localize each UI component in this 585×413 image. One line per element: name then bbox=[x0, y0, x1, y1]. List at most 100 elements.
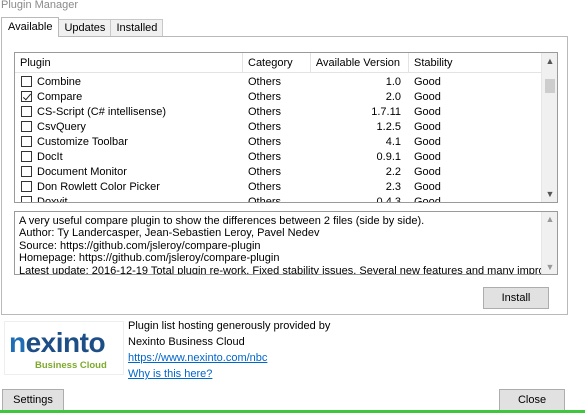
scroll-up-arrow-icon[interactable]: ▲ bbox=[542, 53, 557, 69]
plugin-row[interactable]: CS-Script (C# intellisense) Others 1.7.11 G… bbox=[15, 104, 542, 119]
tab-updates[interactable]: Updates bbox=[58, 19, 112, 37]
plugin-row[interactable]: Doxyit Others 0.4.3 Good bbox=[15, 194, 542, 203]
plugin-row[interactable]: Don Rowlett Color Picker Others 2.3 Good bbox=[15, 179, 542, 194]
plugin-version: 0.4.3 bbox=[376, 195, 401, 203]
plugin-checkbox[interactable] bbox=[21, 121, 32, 132]
plugin-checkbox[interactable] bbox=[21, 196, 32, 202]
plugin-category: Others bbox=[248, 105, 282, 118]
plugin-stability: Good bbox=[414, 75, 441, 88]
plugin-stability: Good bbox=[414, 180, 441, 193]
logo-wordmark: nexinto bbox=[9, 327, 106, 358]
hosting-url-link[interactable]: https://www.nexinto.com/nbc bbox=[128, 352, 267, 364]
list-scrollbar[interactable]: ▲ ▼ bbox=[541, 53, 557, 202]
tab-installed[interactable]: Installed bbox=[110, 19, 164, 37]
plugin-checkbox[interactable] bbox=[21, 136, 32, 147]
window-title: Plugin Manager bbox=[0, 0, 585, 12]
plugin-name: CS-Script (C# intellisense) bbox=[37, 105, 166, 118]
plugin-stability: Good bbox=[414, 90, 441, 103]
plugin-category: Others bbox=[248, 150, 282, 163]
hosting-provider: Nexinto Business Cloud bbox=[128, 336, 245, 348]
plugin-list[interactable]: Plugin Category Available Version Stabil… bbox=[14, 52, 558, 203]
desc-scroll-up-icon[interactable]: ▲ bbox=[542, 214, 557, 224]
plugin-name: Combine bbox=[37, 75, 82, 88]
plugin-name-cell: Customize Toolbar bbox=[15, 136, 243, 148]
plugin-stability: Good bbox=[414, 135, 441, 148]
plugin-stability: Good bbox=[414, 195, 441, 203]
list-header: Plugin Category Available Version Stabil… bbox=[15, 53, 542, 73]
tab-bar: Available Updates Installed bbox=[1, 17, 164, 37]
plugin-name-cell: Combine bbox=[15, 76, 243, 88]
plugin-name-cell: Document Monitor bbox=[15, 166, 243, 178]
scroll-down-arrow-icon[interactable]: ▼ bbox=[542, 186, 557, 202]
logo-subtitle: Business Cloud bbox=[35, 360, 107, 371]
description-line: Homepage: https://github.com/jsleroy/com… bbox=[19, 252, 280, 265]
plugin-version: 2.3 bbox=[385, 180, 401, 193]
install-button[interactable]: Install bbox=[483, 287, 549, 309]
plugin-name: Don Rowlett Color Picker bbox=[37, 180, 160, 193]
plugin-stability: Good bbox=[414, 120, 441, 133]
plugin-category: Others bbox=[248, 75, 282, 88]
plugin-row[interactable]: DocIt Others 0.9.1 Good bbox=[15, 149, 542, 164]
plugin-rows: Combine Others 1.0 Good Compare Others 2.0 Good… bbox=[15, 74, 542, 203]
column-header-category[interactable]: Category bbox=[243, 53, 311, 73]
plugin-category: Others bbox=[248, 195, 282, 203]
plugin-checkbox[interactable] bbox=[21, 166, 32, 177]
plugin-version: 4.1 bbox=[385, 135, 401, 148]
description-text: A very useful compare plugin to show the… bbox=[19, 215, 558, 275]
plugin-version: 1.0 bbox=[385, 75, 401, 88]
plugin-name: Document Monitor bbox=[37, 165, 127, 178]
plugin-category: Others bbox=[248, 120, 282, 133]
plugin-version: 1.7.11 bbox=[371, 105, 401, 118]
hosting-info: Plugin list hosting generously provided … bbox=[128, 318, 330, 382]
plugin-category: Others bbox=[248, 180, 282, 193]
description-scrollbar[interactable]: ▲ ▼ bbox=[541, 212, 557, 274]
plugin-checkbox[interactable] bbox=[21, 91, 32, 102]
column-header-plugin[interactable]: Plugin bbox=[15, 53, 243, 73]
tab-available[interactable]: Available bbox=[1, 17, 60, 37]
plugin-row[interactable]: Customize Toolbar Others 4.1 Good bbox=[15, 134, 542, 149]
description-line: Source: https://github.com/jsleroy/compa… bbox=[19, 239, 261, 252]
plugin-checkbox[interactable] bbox=[21, 76, 32, 87]
column-header-version[interactable]: Available Version bbox=[311, 53, 409, 73]
nexinto-logo[interactable]: nexinto Business Cloud bbox=[4, 321, 124, 375]
plugin-name: Doxyit bbox=[37, 195, 68, 203]
plugin-category: Others bbox=[248, 90, 282, 103]
plugin-name: Compare bbox=[37, 90, 83, 103]
plugin-name-cell: CsvQuery bbox=[15, 121, 243, 133]
plugin-row[interactable]: Combine Others 1.0 Good bbox=[15, 74, 542, 89]
plugin-stability: Good bbox=[414, 150, 441, 163]
plugin-checkbox[interactable] bbox=[21, 106, 32, 117]
description-line: Latest update: 2016-12-19 Total plugin r… bbox=[19, 264, 558, 275]
plugin-category: Others bbox=[248, 165, 282, 178]
plugin-version: 1.2.5 bbox=[376, 120, 401, 133]
scroll-thumb[interactable] bbox=[545, 79, 555, 93]
plugin-checkbox[interactable] bbox=[21, 181, 32, 192]
plugin-name-cell: Doxyit bbox=[15, 195, 243, 203]
plugin-checkbox[interactable] bbox=[21, 151, 32, 162]
plugin-row[interactable]: CsvQuery Others 1.2.5 Good bbox=[15, 119, 542, 134]
hosting-text: Plugin list hosting generously provided … bbox=[128, 320, 331, 332]
plugin-name-cell: Don Rowlett Color Picker bbox=[15, 181, 243, 193]
plugin-row[interactable]: Compare Others 2.0 Good bbox=[15, 89, 542, 104]
plugin-version: 0.9.1 bbox=[376, 150, 401, 163]
plugin-version: 2.0 bbox=[385, 90, 401, 103]
plugin-name: CsvQuery bbox=[37, 120, 86, 133]
why-is-this-here-link[interactable]: Why is this here? bbox=[128, 368, 212, 380]
settings-button[interactable]: Settings bbox=[2, 389, 64, 411]
plugin-version: 2.2 bbox=[385, 165, 401, 178]
plugin-name: Customize Toolbar bbox=[37, 135, 128, 148]
description-line: Author: Ty Landercasper, Jean-Sebastien … bbox=[19, 227, 320, 240]
plugin-category: Others bbox=[248, 135, 282, 148]
desc-scroll-down-icon[interactable]: ▼ bbox=[542, 262, 557, 272]
plugin-row[interactable]: Document Monitor Others 2.2 Good bbox=[15, 164, 542, 179]
plugin-stability: Good bbox=[414, 165, 441, 178]
plugin-name-cell: CS-Script (C# intellisense) bbox=[15, 106, 243, 118]
close-button[interactable]: Close bbox=[499, 389, 565, 411]
plugin-name: DocIt bbox=[37, 150, 63, 163]
plugin-description-box[interactable]: A very useful compare plugin to show the… bbox=[14, 211, 558, 275]
plugin-name-cell: Compare bbox=[15, 91, 243, 103]
column-header-stability[interactable]: Stability bbox=[409, 53, 471, 73]
description-line: A very useful compare plugin to show the… bbox=[19, 215, 425, 227]
plugin-name-cell: DocIt bbox=[15, 151, 243, 163]
plugin-stability: Good bbox=[414, 105, 441, 118]
